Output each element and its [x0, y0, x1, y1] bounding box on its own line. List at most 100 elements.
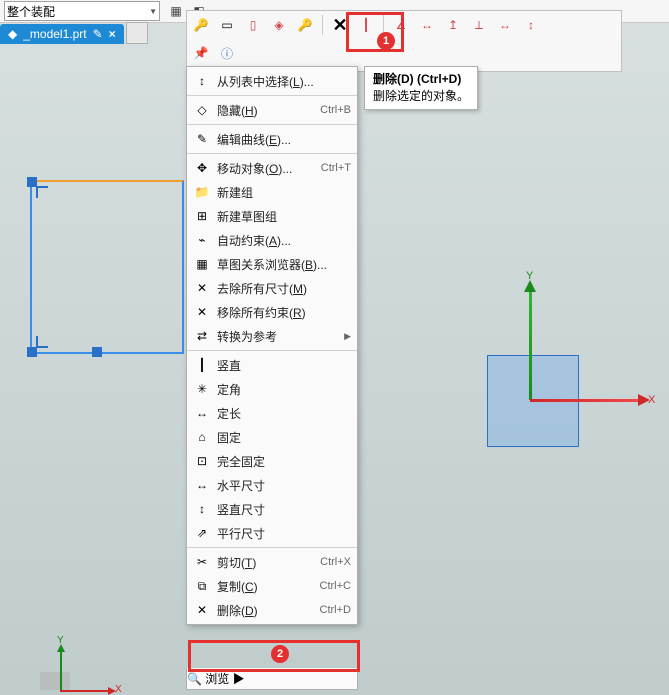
tab-label: _model1.prt	[23, 27, 86, 41]
pin-icon[interactable]: 📌	[189, 41, 213, 65]
menu-label: 移除所有约束(R)	[217, 304, 351, 321]
perp-icon[interactable]: ⟂	[467, 13, 491, 37]
menu-label: 固定	[217, 429, 351, 446]
menu-remove-all-dims[interactable]: ✕ 去除所有尺寸(M)	[187, 276, 357, 300]
menu-convert-to-reference[interactable]: ⇄转换为参考▶	[187, 324, 357, 348]
submenu-arrow-icon: ▶	[233, 672, 245, 686]
blank-tab[interactable]	[126, 22, 148, 44]
menu-shortcut: Ctrl+C	[320, 580, 351, 592]
menu-label: 竖直	[217, 357, 351, 374]
box-icon[interactable]: ▭	[215, 13, 239, 37]
menu-label: 复制(C)	[217, 578, 320, 595]
menu-edit-curve[interactable]: ✎ 编辑曲线(E)...	[187, 127, 357, 151]
fixed-angle-icon: ✳	[193, 380, 211, 398]
hide-icon: ◇	[193, 101, 211, 119]
menu-vertical[interactable]: ┃竖直	[187, 353, 357, 377]
menu-cut[interactable]: ✂剪切(T)Ctrl+X	[187, 550, 357, 574]
view-cube[interactable]	[40, 672, 70, 690]
menu-label: 删除(D)	[217, 602, 320, 619]
submenu-arrow-icon: ▶	[344, 331, 351, 342]
delete-icon: ✕	[193, 601, 211, 619]
menu-select-from-list[interactable]: ↕ 从列表中选择(L)...	[187, 69, 357, 93]
x-axis-label: X	[115, 684, 122, 695]
select-from-list-icon: ↕	[193, 72, 211, 90]
menu-label: 编辑曲线(E)...	[217, 131, 351, 148]
menu-delete[interactable]: ✕删除(D)Ctrl+D	[187, 598, 357, 622]
cut-icon: ✂	[193, 553, 211, 571]
menu-new-sketch-group[interactable]: ⊞ 新建草图组	[187, 204, 357, 228]
x-axis-icon	[60, 690, 110, 692]
menu-hide[interactable]: ◇ 隐藏(H)Ctrl+B	[187, 98, 357, 122]
menu-label: 新建草图组	[217, 208, 351, 225]
menu-parallel-dim[interactable]: ⇗ 平行尺寸	[187, 521, 357, 545]
fixed-length-icon: ↔	[193, 404, 211, 422]
delete-tooltip: 删除(D) (Ctrl+D) 删除选定的对象。	[364, 66, 478, 110]
y-axis-icon	[60, 650, 62, 690]
menu-shortcut: Ctrl+B	[320, 104, 351, 116]
chevron-down-icon: ▼	[149, 7, 157, 16]
remove-all-dims-icon: ✕	[193, 279, 211, 297]
menu-remove-all-constraints[interactable]: ✕ 移除所有约束(R)	[187, 300, 357, 324]
menu-label: 竖直尺寸	[217, 501, 351, 518]
horizontal-dim-icon: ↔	[193, 476, 211, 494]
menu-label: 从列表中选择(L)...	[217, 73, 351, 90]
menu-label: 隐藏(H)	[217, 102, 320, 119]
tooltip-body: 删除选定的对象。	[373, 89, 469, 103]
key-icon[interactable]: 🔑	[189, 13, 213, 37]
edit-curve-icon: ✎	[193, 130, 211, 148]
tooltip-title: 删除(D) (Ctrl+D)	[373, 72, 461, 86]
menu-shortcut: Ctrl+T	[321, 162, 351, 174]
menu-label: 移动对象(O)...	[217, 160, 321, 177]
parallel-dim-icon: ⇗	[193, 524, 211, 542]
model-tab[interactable]: ◆ _model1.prt ✎ ×	[0, 24, 124, 44]
menu-label: 去除所有尺寸(M)	[217, 280, 351, 297]
menu-label: 定角	[217, 381, 351, 398]
keys-icon[interactable]: 🔑	[293, 13, 317, 37]
vdim-icon[interactable]: ↕	[519, 13, 543, 37]
copy-icon: ⧉	[193, 577, 211, 595]
relation-browser-icon: ▦	[193, 255, 211, 273]
fixed-icon: ⌂	[193, 428, 211, 446]
menu-label: 定长	[217, 405, 351, 422]
menu-fixed-angle[interactable]: ✳ 定角	[187, 377, 357, 401]
vertical-dim-icon: ↕	[193, 500, 211, 518]
menu-relation-browser[interactable]: ▦草图关系浏览器(B)...	[187, 252, 357, 276]
menu-label: 浏览	[205, 672, 229, 686]
y-axis-icon	[529, 290, 532, 400]
diamond-icon[interactable]: ◈	[267, 13, 291, 37]
context-menu: ↕ 从列表中选择(L)... ◇ 隐藏(H)Ctrl+B ✎ 编辑曲线(E)... ✥ 移动对…	[186, 66, 358, 625]
toolbar-icon-1[interactable]: ▦	[166, 1, 186, 21]
x-axis-icon	[530, 399, 640, 402]
menu-fully-fixed[interactable]: ⊡完全固定	[187, 449, 357, 473]
menu-browse[interactable]: 🔍 浏览 ▶	[187, 670, 357, 687]
close-icon[interactable]: ×	[109, 27, 116, 41]
menu-new-group[interactable]: 📁新建组	[187, 180, 357, 204]
menu-fixed-length[interactable]: ↔ 定长	[187, 401, 357, 425]
tab-bar: ◆ _model1.prt ✎ ×	[0, 22, 148, 44]
sketch-object[interactable]	[30, 180, 184, 354]
delete-icon[interactable]: ✕	[328, 13, 352, 37]
context-menu-extra: 🔍 浏览 ▶	[186, 668, 358, 690]
new-sketch-group-icon: ⊞	[193, 207, 211, 225]
menu-label: 完全固定	[217, 453, 351, 470]
menu-label: 自动约束(A)...	[217, 232, 351, 249]
menu-label: 平行尺寸	[217, 525, 351, 542]
menu-move-object[interactable]: ✥ 移动对象(O)...Ctrl+T	[187, 156, 357, 180]
handle-icon[interactable]: ┃	[354, 13, 378, 37]
file-icon: ◆	[8, 27, 17, 41]
angle-icon[interactable]: ∠	[389, 13, 413, 37]
menu-vertical-dim[interactable]: ↕ 竖直尺寸	[187, 497, 357, 521]
menu-copy[interactable]: ⧉ 复制(C)Ctrl+C	[187, 574, 357, 598]
info-icon[interactable]: ⓘ	[215, 41, 239, 65]
callout-badge-1: 1	[377, 32, 395, 50]
harrow-icon[interactable]: ↔	[415, 13, 439, 37]
menu-horizontal-dim[interactable]: ↔水平尺寸	[187, 473, 357, 497]
menu-auto-constraint[interactable]: ⌁自动约束(A)...	[187, 228, 357, 252]
uparrow-icon[interactable]: ↥	[441, 13, 465, 37]
assembly-combo[interactable]: 整个装配 ▼	[4, 1, 160, 21]
vbar-icon[interactable]: ▯	[241, 13, 265, 37]
menu-fixed[interactable]: ⌂ 固定	[187, 425, 357, 449]
remove-all-constraints-icon: ✕	[193, 303, 211, 321]
hdim-icon[interactable]: ↔	[493, 13, 517, 37]
move-object-icon: ✥	[193, 159, 211, 177]
